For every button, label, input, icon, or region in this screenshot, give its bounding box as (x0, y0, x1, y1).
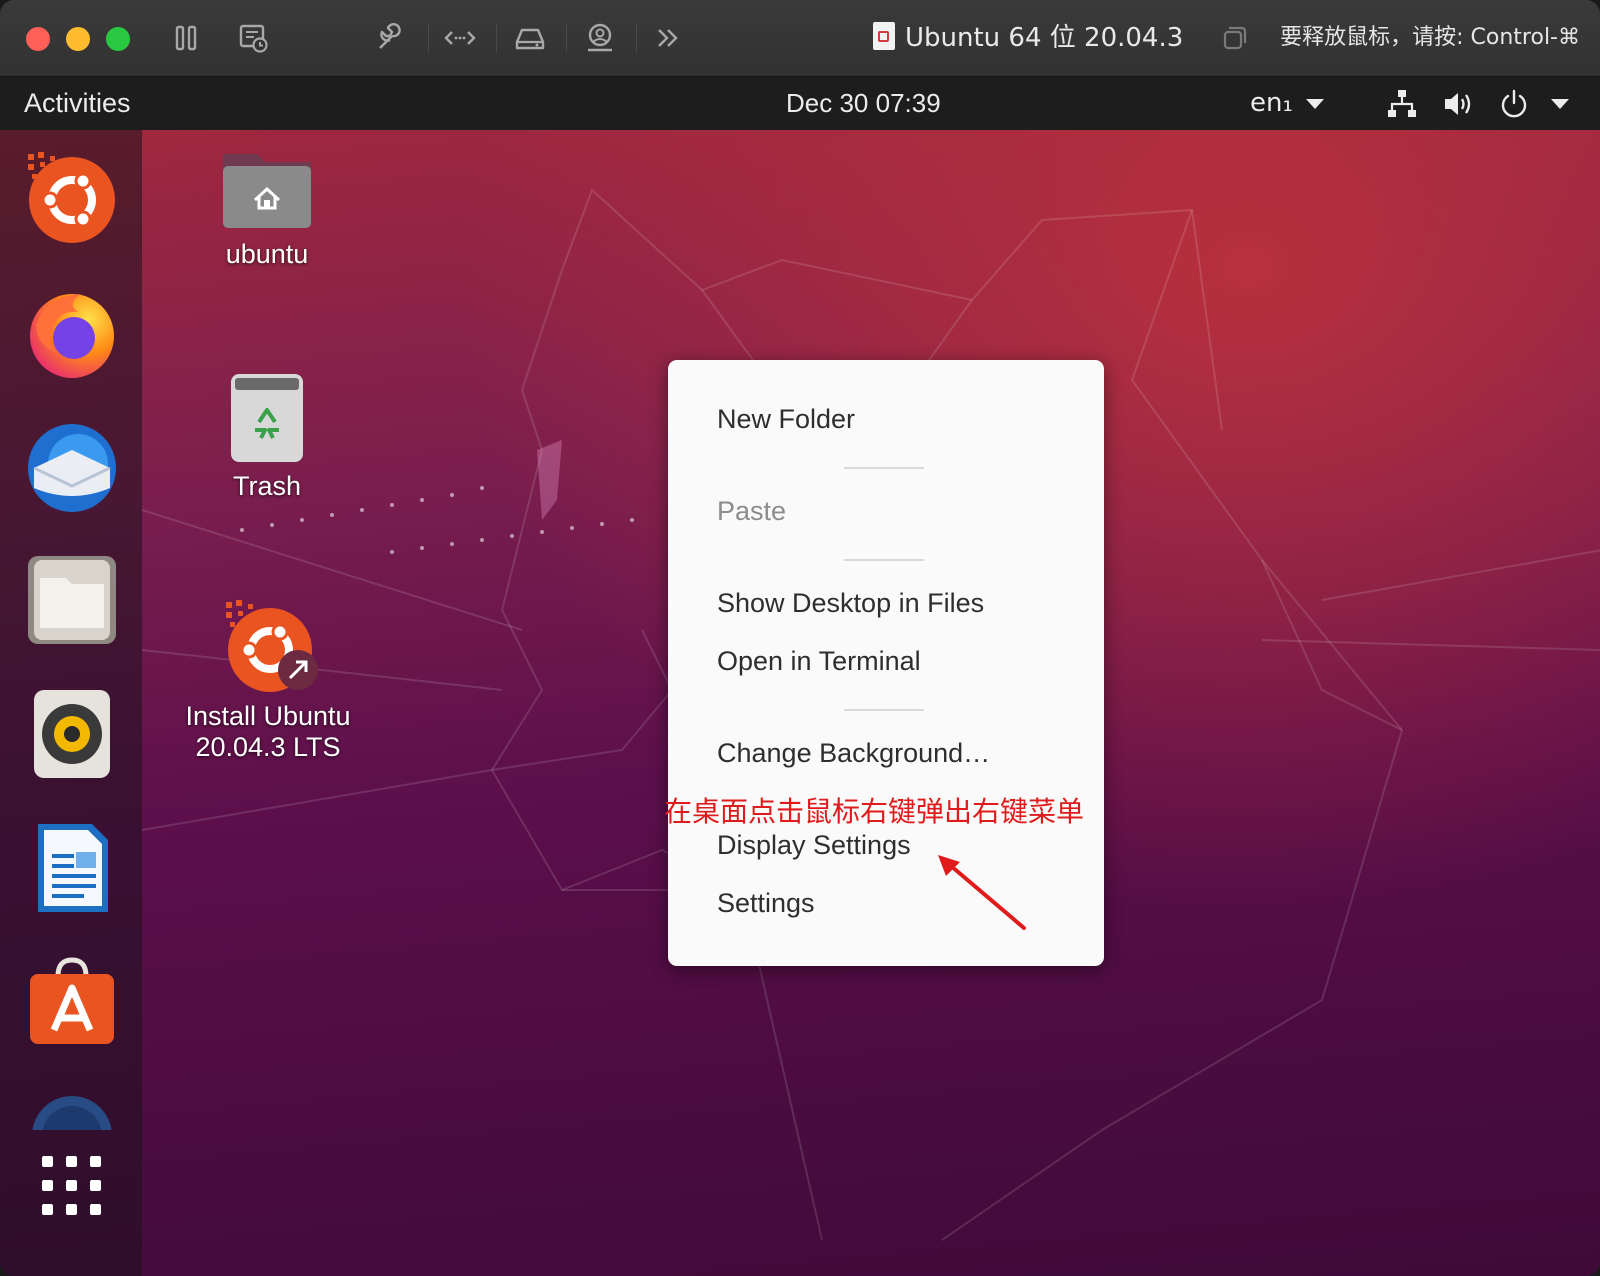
show-applications-icon[interactable] (40, 1154, 104, 1218)
dock-software-center-icon[interactable] (26, 956, 118, 1048)
dock-rhythmbox-icon[interactable] (26, 688, 118, 780)
menu-separator (844, 709, 924, 711)
dock-files-icon[interactable] (26, 554, 118, 646)
menu-item-display-settings[interactable]: Display Settings (717, 830, 911, 861)
trash-label: Trash (232, 471, 301, 501)
dock-ubuntu-installer-icon[interactable] (26, 152, 118, 244)
menu-item-settings[interactable]: Settings (717, 888, 815, 919)
menu-item-show-desktop-in-files[interactable]: Show Desktop in Files (717, 588, 984, 619)
menu-item-change-background[interactable]: Change Background… (717, 738, 990, 769)
input-method-label: en₁ (1250, 88, 1293, 118)
copy-window-icon[interactable] (1216, 20, 1252, 56)
volume-icon[interactable] (1442, 86, 1476, 120)
network-arrows-icon[interactable] (442, 20, 478, 56)
install-ubuntu-label-line2: 20.04.3 LTS (195, 732, 341, 762)
menu-separator (844, 559, 924, 561)
close-window-button[interactable] (26, 27, 50, 51)
disk-icon[interactable] (512, 20, 548, 56)
pause-icon[interactable] (168, 20, 204, 56)
release-mouse-hint: 要释放鼠标，请按: Control-⌘ (1280, 25, 1580, 50)
gnome-top-bar: Activities Dec 30 07:39 en₁ (0, 77, 1600, 130)
network-icon[interactable] (1386, 86, 1418, 120)
input-method-indicator[interactable]: en₁ (1250, 77, 1293, 130)
input-method-caret-icon (1306, 99, 1324, 109)
home-folder-label: ubuntu (225, 239, 309, 269)
settings-wrench-icon[interactable] (372, 20, 408, 56)
desktop-install-ubuntu[interactable]: Install Ubuntu 20.04.3 LTS (170, 600, 366, 763)
vm-title: Ubuntu 64 位 20.04.3 (905, 23, 1184, 53)
clock[interactable]: Dec 30 07:39 (786, 77, 941, 130)
dock-thunderbird-icon[interactable] (26, 420, 118, 512)
trash-icon (231, 374, 303, 462)
annotation-text: 在桌面点击鼠标右键弹出右键菜单 (664, 795, 1085, 828)
user-icon[interactable] (582, 20, 618, 56)
vm-toolbar: Ubuntu 64 位 20.04.3 要释放鼠标，请按: Control-⌘ (0, 0, 1600, 77)
desktop-trash[interactable]: Trash (185, 372, 349, 502)
vm-document-icon (873, 22, 895, 50)
desktop-home-folder[interactable]: ubuntu (185, 146, 349, 270)
vm-window: Ubuntu 64 位 20.04.3 要释放鼠标，请按: Control-⌘ … (0, 0, 1600, 1276)
system-menu-caret-icon[interactable] (1551, 99, 1569, 109)
zoom-window-button[interactable] (106, 27, 130, 51)
activities-button[interactable]: Activities (24, 77, 131, 130)
dock-libreoffice-writer-icon[interactable] (26, 822, 118, 914)
install-ubuntu-label-line1: Install Ubuntu (185, 701, 351, 731)
home-folder-icon (223, 154, 311, 228)
power-icon[interactable] (1498, 86, 1530, 120)
install-ubuntu-icon (226, 600, 318, 692)
dock (0, 130, 142, 1276)
menu-item-new-folder[interactable]: New Folder (717, 404, 855, 435)
menu-item-open-in-terminal[interactable]: Open in Terminal (717, 646, 921, 677)
annotation-arrow-icon (938, 855, 1026, 930)
snapshot-icon[interactable] (236, 20, 272, 56)
menu-item-paste: Paste (717, 496, 787, 526)
more-chevrons-icon[interactable] (650, 20, 686, 56)
dock-help-icon[interactable] (26, 1090, 118, 1130)
minimize-window-button[interactable] (66, 27, 90, 51)
dock-firefox-icon[interactable] (26, 286, 118, 378)
menu-separator (844, 467, 924, 469)
